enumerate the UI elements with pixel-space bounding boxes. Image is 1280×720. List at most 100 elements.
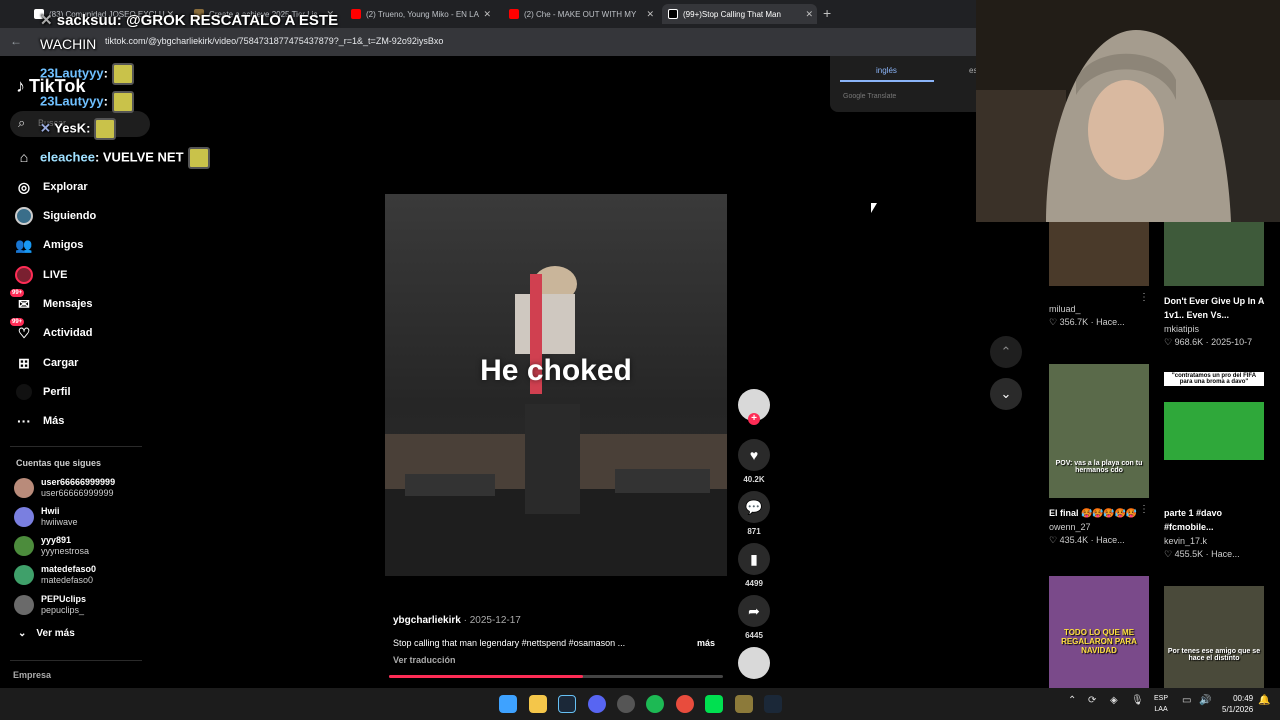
nav-item-profile[interactable]: Perfil (14, 382, 71, 402)
streamer-webcam (976, 0, 1280, 222)
emote-icon (187, 147, 210, 169)
video-player[interactable]: He choked (385, 194, 727, 576)
video-age: Hace... (1096, 535, 1125, 545)
following-icon (14, 206, 34, 226)
overlay-chat-message: 23Lautyyy: (40, 63, 134, 85)
see-translation-link[interactable]: Ver traducción (393, 655, 456, 665)
steam-icon[interactable] (764, 695, 782, 713)
browser-tab-active[interactable]: (99+)Stop Calling That Man ✕ (662, 4, 817, 24)
recommended-video[interactable]: Por tenes ese amigo que se hace el disti… (1164, 586, 1264, 688)
recommended-video[interactable]: "contratamos un pro del FIFA para una br… (1164, 364, 1264, 560)
chevron-up-icon[interactable]: ⌃ (1068, 695, 1076, 706)
tiktok-note-icon: ♪ (16, 76, 25, 96)
video-thumbnail: "contratamos un pro del FIFA para una br… (1164, 364, 1264, 498)
following-account[interactable]: yyy891 yyynestrosa (14, 535, 89, 557)
nav-label: Cargar (43, 357, 79, 369)
start-icon[interactable] (499, 695, 517, 713)
close-icon[interactable]: ✕ (483, 9, 491, 20)
microphone-icon[interactable]: 🎙 (1131, 695, 1144, 706)
notifications-icon[interactable]: 🔔 (1258, 695, 1270, 706)
file-explorer-icon[interactable] (529, 695, 547, 713)
more-options-icon[interactable]: ⋮ (1139, 504, 1149, 515)
video-thumbnail: POV: vas a la playa con tu hermanos cdo (1049, 364, 1149, 498)
next-video-button[interactable]: ⌄ (990, 378, 1022, 410)
upload-icon: ⊞ (18, 354, 30, 371)
recommended-video[interactable]: TODO LO QUE ME REGALARON PARA NAVIDAD (1049, 576, 1149, 688)
share-icon: ➦ (738, 595, 770, 627)
creator-avatar-button[interactable]: + (738, 389, 770, 425)
steam-icon[interactable] (558, 695, 576, 713)
like-button[interactable]: ♥ 40.2K (738, 439, 770, 484)
sync-icon[interactable]: ⟳ (1088, 695, 1096, 706)
like-count: 40.2K (743, 475, 765, 484)
shield-icon[interactable]: ◈ (1110, 695, 1118, 706)
network-icon[interactable]: ▭ (1182, 695, 1191, 706)
video-title: parte 1 #davo #fcmobile... (1164, 508, 1223, 532)
browser-tab[interactable]: (2) Trueno, Young Miko - EN LA ✕ (345, 4, 495, 24)
following-account[interactable]: user66666999999 user66666999999 (14, 477, 115, 499)
nav-item-messages[interactable]: ✉ 99+ Mensajes (10, 289, 93, 314)
comment-button[interactable]: 💬 871 (738, 491, 770, 536)
footer-company-link[interactable]: Empresa (13, 670, 51, 680)
nav-item-explore[interactable]: ◎ Explorar (14, 177, 88, 197)
nav-item-following[interactable]: Siguiendo (14, 206, 96, 226)
clock-time: 00:49 (1233, 694, 1254, 703)
keyboard-layout: LAA (1154, 706, 1168, 713)
account-name: matedefaso0 (41, 564, 97, 574)
close-icon[interactable]: ✕ (646, 9, 654, 20)
expand-description-button[interactable]: más (697, 638, 715, 648)
avatar (14, 478, 34, 498)
following-account[interactable]: PEPUclips pepuclips_ (14, 594, 86, 616)
view-count: 968.6K (1174, 337, 1204, 347)
avatar (14, 507, 34, 527)
chrome-icon[interactable] (676, 695, 694, 713)
spotify-icon[interactable] (646, 695, 664, 713)
nav-item-live[interactable]: LIVE (14, 265, 67, 285)
follow-plus-icon[interactable]: + (748, 413, 760, 425)
previous-video-button[interactable]: ⌃ (990, 336, 1022, 368)
new-tab-button[interactable]: + (823, 5, 831, 21)
streaming-app-icon[interactable] (705, 695, 723, 713)
app-icon[interactable] (617, 695, 635, 713)
nav-item-home[interactable]: ⌂ (14, 147, 34, 167)
translate-source-lang[interactable]: inglés (876, 66, 897, 75)
avatar (14, 565, 34, 585)
back-icon[interactable]: ← (10, 34, 22, 48)
account-handle: user66666999999 (41, 488, 114, 498)
recommended-video[interactable]: POV: vas a la playa con tu hermanos cdo … (1049, 364, 1149, 546)
recommended-video[interactable]: Don't Ever Give Up In A 1v1.. Even Vs...… (1164, 222, 1264, 348)
nav-item-friends[interactable]: 👥 Amigos (14, 235, 83, 255)
translate-brand: Google Translate (843, 93, 897, 100)
sound-avatar-button[interactable] (738, 647, 770, 679)
share-button[interactable]: ➦ 6445 (738, 595, 770, 640)
close-icon[interactable]: ✕ (805, 9, 813, 20)
more-options-icon[interactable]: ⋮ (1139, 292, 1149, 303)
recommended-video[interactable]: miluad_ ♡ 356.7K · Hace... ⋮ (1049, 222, 1149, 328)
url-field[interactable]: tiktok.com/@ybgcharliekirk/video/7584731… (105, 36, 443, 46)
video-description: Stop calling that man legendary #nettspe… (393, 638, 626, 648)
nav-label: LIVE (43, 269, 68, 281)
browser-tab[interactable]: (2) Che - MAKE OUT WITH MY ✕ (503, 4, 658, 24)
heart-icon: ♥ (738, 439, 770, 471)
nav-item-more[interactable]: ··· Más (14, 411, 64, 431)
nav-item-upload[interactable]: ⊞ Cargar (14, 353, 78, 373)
input-language[interactable]: ESP LAA (1154, 693, 1168, 715)
nav-label: Amigos (43, 239, 84, 251)
save-button[interactable]: ▮ 4499 (738, 543, 770, 588)
video-meta: ♡ 968.6K · 2025-10-7 (1164, 337, 1253, 347)
following-account[interactable]: Hwii hwiiwave (14, 506, 78, 528)
view-count: 455.5K (1174, 549, 1204, 559)
nav-item-activity[interactable]: ♡ 99+ Actividad (10, 318, 93, 343)
following-account[interactable]: matedefaso0 matedefaso0 (14, 564, 96, 586)
app-icon[interactable] (735, 695, 753, 713)
discord-icon[interactable] (588, 695, 606, 713)
author-name[interactable]: ybgcharliekirk (393, 615, 461, 626)
bookmark-icon: ▮ (738, 543, 770, 575)
avatar (14, 536, 34, 556)
system-clock[interactable]: 00:49 5/1/2026 (1222, 693, 1253, 715)
volume-icon[interactable]: 🔊 (1199, 695, 1211, 706)
video-progress-bar[interactable] (389, 675, 723, 678)
see-more-link[interactable]: ⌄ Ver más (18, 628, 75, 639)
youtube-icon (509, 9, 519, 19)
video-thumbnail: Por tenes ese amigo que se hace el disti… (1164, 586, 1264, 688)
